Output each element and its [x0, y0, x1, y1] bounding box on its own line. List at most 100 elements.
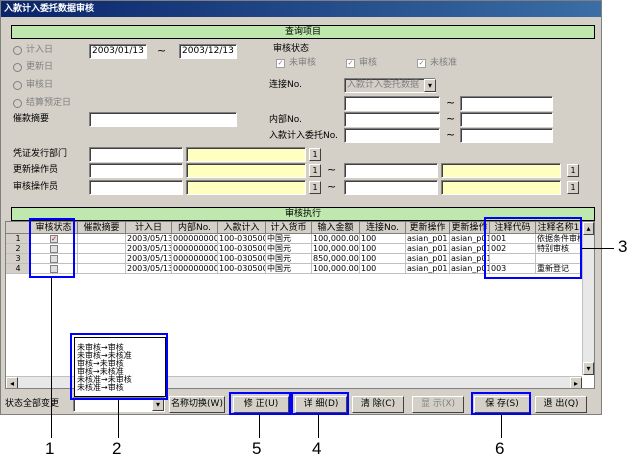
row-number[interactable]: 2	[6, 244, 30, 254]
table-cell[interactable]: 100-0305000	[218, 264, 266, 274]
table-cell[interactable]: 100-0305000	[218, 234, 266, 244]
table-cell[interactable]	[78, 244, 126, 254]
update-operator-to-lookup[interactable]: 1	[567, 164, 579, 177]
callout-box-1	[29, 218, 75, 278]
col-header[interactable]: 连接No.	[360, 222, 406, 234]
table-cell[interactable]: 中国元	[266, 244, 312, 254]
radio-settle-date[interactable]	[13, 99, 22, 108]
checkbox-unaudited[interactable]: ✓	[276, 59, 285, 68]
voucher-dept-lookup-button[interactable]: 1	[309, 148, 321, 161]
audit-operator-to-code[interactable]	[344, 180, 438, 195]
table-cell[interactable]: 100-0305000	[218, 244, 266, 254]
col-header[interactable]: 计入日	[126, 222, 172, 234]
radio-audit-date[interactable]	[13, 81, 22, 90]
link-no-from[interactable]	[344, 96, 440, 111]
radio-update-date-label: 更新日	[26, 62, 54, 72]
col-header[interactable]: 催款摘要	[78, 222, 126, 234]
callout-line-1	[51, 278, 52, 438]
table-cell[interactable]: 850,000.00	[312, 254, 360, 264]
exit-button[interactable]: 退 出(Q)	[535, 396, 587, 413]
col-header[interactable]: 更新操作	[406, 222, 450, 234]
entrust-no-tilde: ~	[446, 128, 456, 141]
update-operator-to-code[interactable]	[344, 163, 438, 178]
table-cell[interactable]: 100	[360, 234, 406, 244]
entrust-no-from[interactable]	[344, 128, 440, 143]
radio-update-date[interactable]	[13, 63, 22, 72]
grid-corner	[6, 222, 30, 234]
table-cell[interactable]: 0000000000	[172, 254, 218, 264]
scroll-left-icon[interactable]: ◂	[6, 377, 18, 388]
callout-line-5	[259, 415, 260, 438]
radio-settle-date-label: 结算预定日	[26, 98, 72, 108]
clear-button[interactable]: 清 除(C)	[352, 396, 404, 413]
table-cell[interactable]: 中国元	[266, 264, 312, 274]
table-cell[interactable]: 100	[360, 244, 406, 254]
internal-no-label: 内部No.	[269, 115, 302, 125]
col-header[interactable]: 内部No.	[172, 222, 218, 234]
scroll-up-icon[interactable]: ▴	[583, 222, 594, 235]
row-number[interactable]: 3	[6, 254, 30, 264]
table-cell[interactable]: asian_p01	[406, 244, 450, 254]
table-cell[interactable]: asian_p01	[406, 234, 450, 244]
table-cell[interactable]: 100-0305000	[218, 254, 266, 264]
table-cell[interactable]: 100,000.00	[312, 264, 360, 274]
table-cell[interactable]	[78, 234, 126, 244]
row-number[interactable]: 1	[6, 234, 30, 244]
vertical-scrollbar[interactable]: ▴ ▾	[582, 222, 594, 375]
link-no-select[interactable]: 入款计入委托数据	[344, 78, 436, 93]
chevron-down-icon[interactable]: ▾	[424, 79, 436, 92]
internal-no-to[interactable]	[460, 112, 553, 127]
table-cell[interactable]: asian_p01	[406, 254, 450, 264]
scroll-down-icon[interactable]: ▾	[583, 362, 594, 375]
col-header[interactable]: 入款计入	[218, 222, 266, 234]
row-number[interactable]: 4	[6, 264, 30, 274]
table-cell[interactable]: asian_p01	[406, 264, 450, 274]
table-cell[interactable]: 100	[360, 264, 406, 274]
reminder-summary-field[interactable]	[89, 112, 237, 127]
internal-no-from[interactable]	[344, 112, 440, 127]
table-cell[interactable]: 0000000000	[172, 244, 218, 254]
col-header[interactable]: 计入货币	[266, 222, 312, 234]
date-from-field[interactable]: 2003/01/13	[89, 44, 147, 59]
callout-box-3	[484, 217, 582, 279]
radio-audit-date-label: 审核日	[26, 80, 54, 90]
display-button[interactable]: 显 示(X)	[412, 396, 464, 413]
audit-operator-from-code[interactable]	[89, 180, 183, 195]
audit-operator-from-name	[186, 180, 306, 195]
table-cell[interactable]: 中国元	[266, 254, 312, 264]
table-cell[interactable]: 100,000.00	[312, 234, 360, 244]
update-operator-from-lookup[interactable]: 1	[309, 164, 321, 177]
table-cell[interactable]: 0000000000	[172, 264, 218, 274]
callout-number-6: 6	[495, 439, 505, 458]
update-operator-label: 更新操作员	[13, 165, 59, 175]
radio-entry-date[interactable]	[13, 46, 22, 55]
link-no-to[interactable]	[460, 96, 553, 111]
update-operator-from-code[interactable]	[89, 163, 183, 178]
callout-line-6	[501, 415, 502, 438]
audit-operator-from-lookup[interactable]: 1	[309, 181, 321, 194]
name-switch-button[interactable]: 名称切换(W)	[169, 396, 225, 413]
table-cell[interactable]: 2003/05/13	[126, 244, 172, 254]
voucher-dept-code[interactable]	[89, 147, 183, 162]
table-cell[interactable]: 2003/05/13	[126, 234, 172, 244]
checkbox-unaudited-label: 未审核	[289, 58, 317, 68]
update-operator-to-name	[441, 163, 561, 178]
table-cell[interactable]: 中国元	[266, 234, 312, 244]
table-cell[interactable]: 2003/05/13	[126, 254, 172, 264]
table-cell[interactable]: 2003/05/13	[126, 264, 172, 274]
table-cell[interactable]: 100	[360, 254, 406, 264]
col-header[interactable]: 输入金额	[312, 222, 360, 234]
callout-number-4: 4	[312, 439, 322, 458]
audit-operator-to-lookup[interactable]: 1	[567, 181, 579, 194]
callout-number-3: 3	[618, 237, 628, 256]
table-cell[interactable]	[78, 264, 126, 274]
table-cell[interactable]	[78, 254, 126, 264]
table-cell[interactable]: 0000000000	[172, 234, 218, 244]
entrust-no-to[interactable]	[460, 128, 553, 143]
checkbox-audited[interactable]: ✓	[346, 59, 355, 68]
checkbox-unapproved[interactable]: ✓	[417, 59, 426, 68]
date-to-field[interactable]: 2003/12/13	[179, 44, 237, 59]
table-cell[interactable]: 100,000.00	[312, 244, 360, 254]
reminder-summary-label: 催款摘要	[13, 114, 50, 124]
scroll-right-icon[interactable]: ▸	[570, 377, 582, 388]
